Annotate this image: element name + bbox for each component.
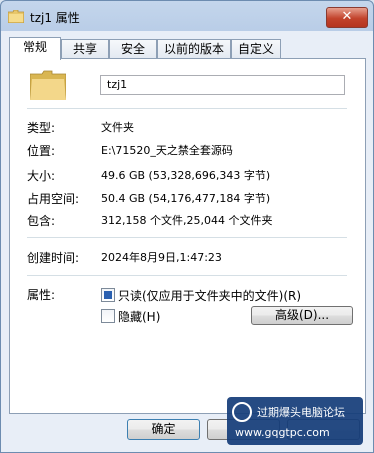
location-value[interactable]: E:\71520_天之禁全套源码 [101, 142, 233, 158]
properties-window: tzj1 属性 ✕ 常规 共享 安全 以前的版本 自定义 tzj1 类型: 文件… [0, 0, 374, 453]
hidden-checkbox[interactable] [101, 309, 115, 323]
disk-size-label: 占用空间: [27, 192, 80, 206]
folder-name-input[interactable]: tzj1 [100, 75, 345, 95]
window-title: tzj1 属性 [30, 11, 80, 25]
folder-icon [8, 10, 24, 23]
created-value[interactable]: 2024年8月9日,1:47:23 [101, 249, 222, 265]
created-label: 创建时间: [27, 251, 80, 265]
tab-previous-versions[interactable]: 以前的版本 [157, 39, 231, 58]
type-value: 文件夹 [101, 121, 134, 134]
watermark-title: 过期爆头电脑论坛 [257, 406, 345, 419]
type-label: 类型: [27, 121, 56, 135]
separator [27, 108, 347, 109]
attributes-label: 属性: [27, 288, 56, 302]
general-panel: tzj1 类型: 文件夹 位置: E:\71520_天之禁全套源码 大小: 49… [9, 58, 366, 414]
tab-sharing[interactable]: 共享 [61, 39, 109, 58]
tab-general[interactable]: 常规 [9, 37, 61, 60]
close-button[interactable]: ✕ [326, 7, 368, 28]
watermark-overlay: 过期爆头电脑论坛 www.gqgtpc.com [227, 397, 363, 445]
size-label: 大小: [27, 169, 56, 183]
folder-icon [30, 70, 66, 100]
separator [27, 275, 347, 276]
readonly-label[interactable]: 只读(仅应用于文件夹中的文件)(R) [118, 287, 301, 304]
site-logo-icon [232, 402, 252, 422]
disk-size-value[interactable]: 50.4 GB (54,176,477,184 字节) [101, 190, 270, 206]
size-value[interactable]: 49.6 GB (53,328,696,343 字节) [101, 167, 270, 183]
title-bar[interactable]: tzj1 属性 ✕ [1, 1, 373, 32]
location-label: 位置: [27, 144, 56, 158]
readonly-checkbox[interactable] [101, 288, 115, 302]
advanced-button[interactable]: 高级(D)... [251, 306, 353, 325]
contains-label: 包含: [27, 214, 56, 228]
tab-security[interactable]: 安全 [109, 39, 157, 58]
contains-value[interactable]: 312,158 个文件,25,044 个文件夹 [101, 212, 272, 228]
tab-customize[interactable]: 自定义 [231, 39, 281, 58]
ok-button[interactable]: 确定 [127, 419, 200, 440]
separator [27, 237, 347, 238]
hidden-label[interactable]: 隐藏(H) [118, 308, 160, 325]
watermark-url: www.gqgtpc.com [235, 426, 330, 439]
